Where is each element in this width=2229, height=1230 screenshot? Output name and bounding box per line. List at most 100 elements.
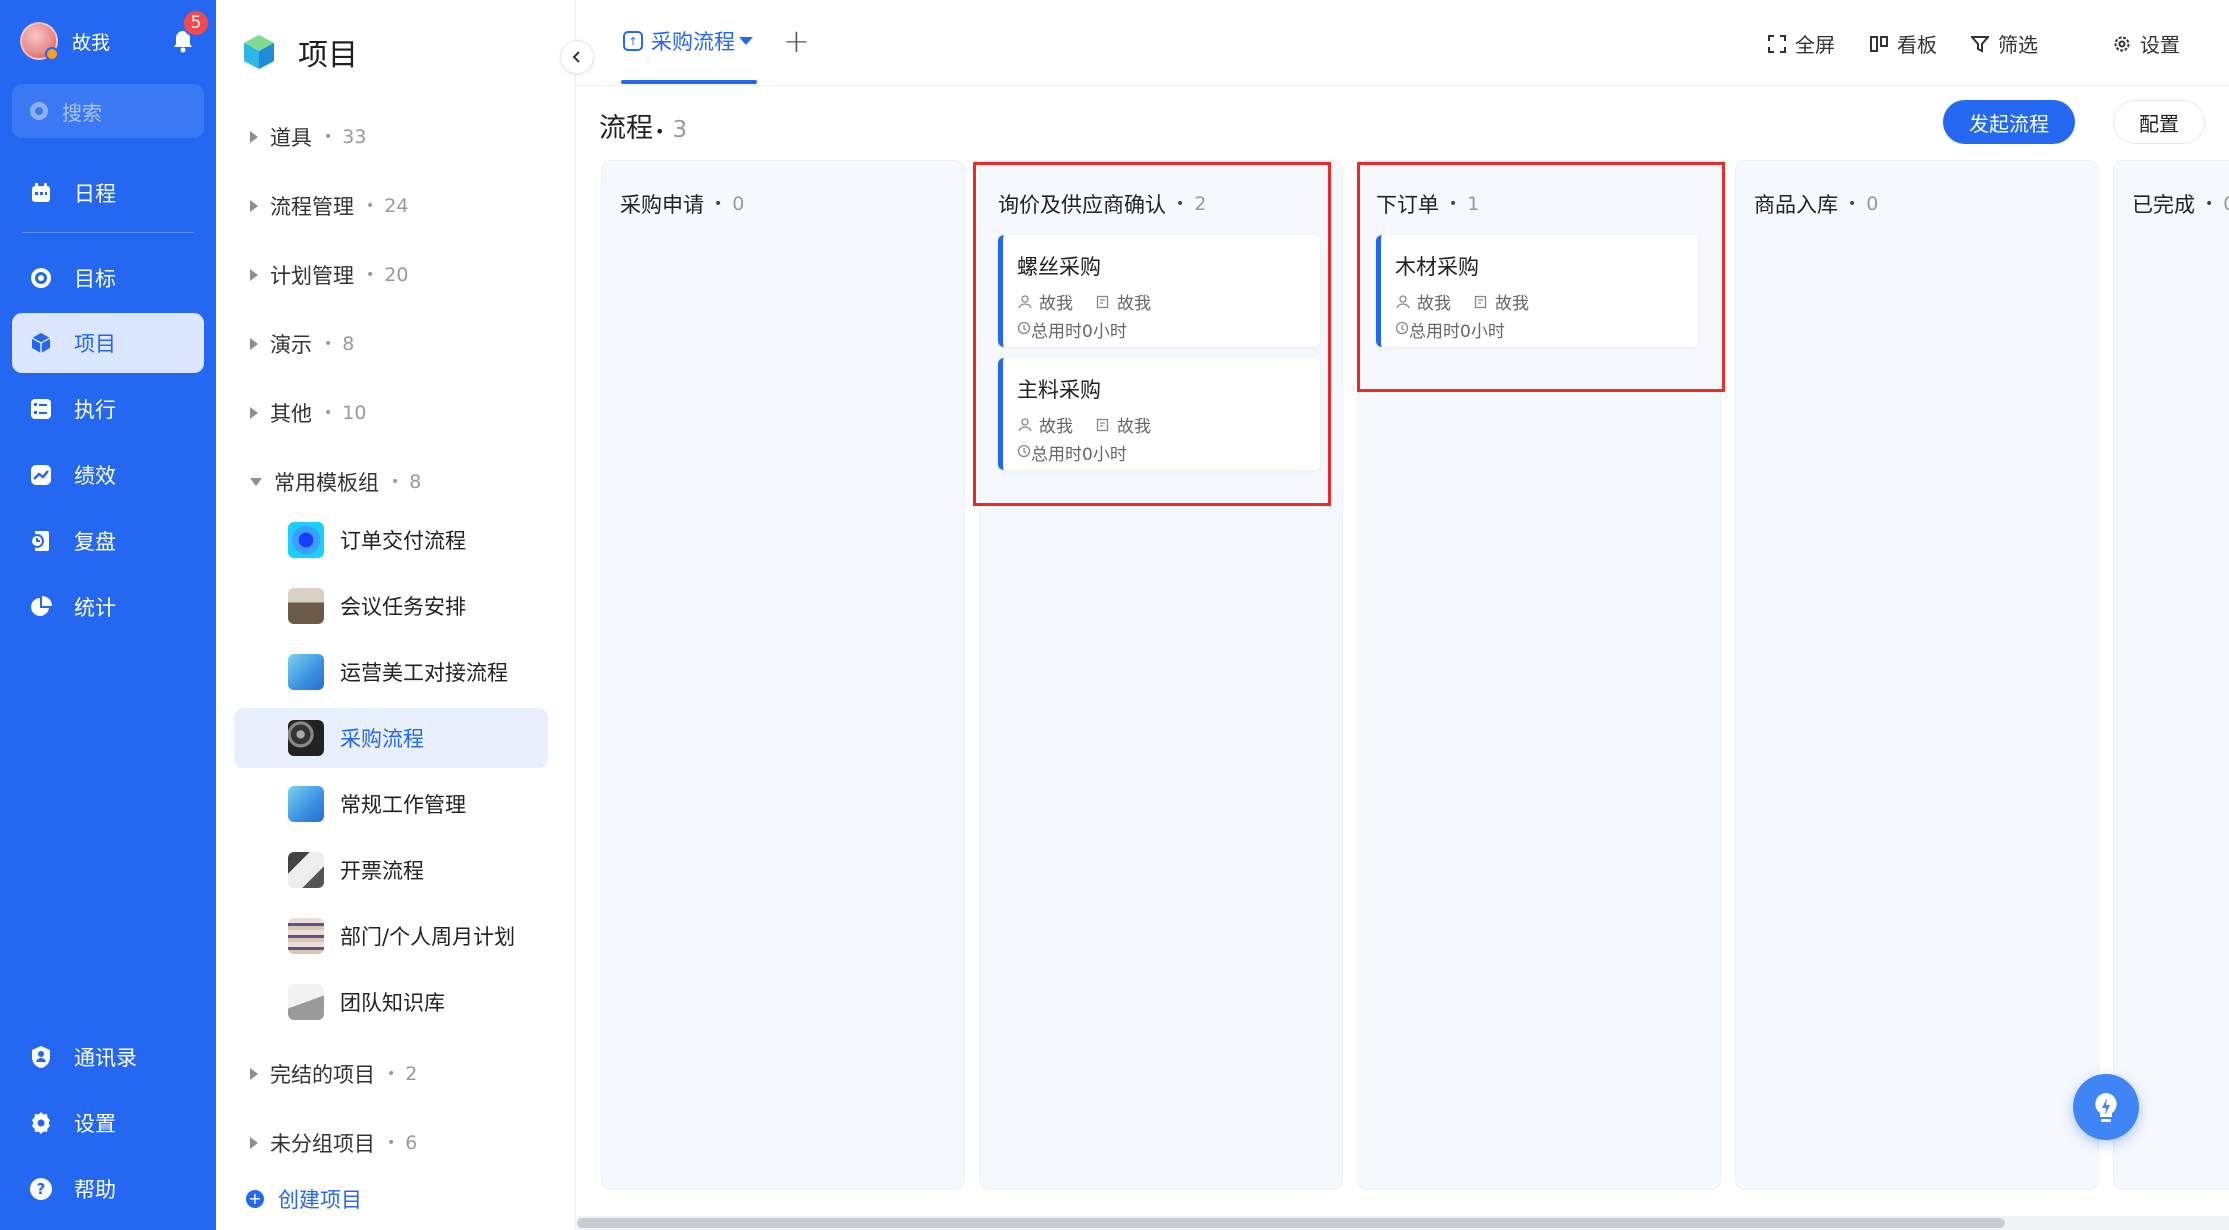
- template-thumbnail: [288, 984, 324, 1020]
- nav-item-performance[interactable]: 绩效: [12, 445, 204, 505]
- fullscreen-icon: [1767, 34, 1787, 54]
- filter-label: 筛选: [1998, 33, 2038, 57]
- template-item[interactable]: 部门/个人周月计划: [234, 906, 548, 966]
- group-other[interactable]: 其他 • 10: [250, 398, 366, 428]
- group-process-mgmt[interactable]: 流程管理 • 24: [250, 191, 408, 221]
- group-label: 演示: [270, 333, 312, 357]
- cube-icon: [28, 330, 54, 356]
- nav-item-review[interactable]: 复盘: [12, 511, 204, 571]
- kanban-button[interactable]: 看板: [1869, 29, 1937, 58]
- template-thumbnail: [288, 852, 324, 888]
- template-label: 会议任务安排: [340, 595, 466, 619]
- group-ungrouped[interactable]: 未分组项目 • 6: [250, 1128, 417, 1158]
- template-thumbnail: [288, 786, 324, 822]
- start-process-button[interactable]: 发起流程: [1943, 100, 2075, 144]
- config-button[interactable]: 配置: [2113, 100, 2205, 144]
- nav-item-projects[interactable]: 项目: [12, 313, 204, 373]
- group-demo[interactable]: 演示 • 8: [250, 329, 354, 359]
- notification-badge: 5: [182, 9, 210, 37]
- group-props[interactable]: 道具 • 33: [250, 122, 366, 152]
- nav-label: 设置: [74, 1112, 116, 1136]
- project-header: 项目: [240, 30, 358, 74]
- search-input[interactable]: 搜索: [12, 84, 204, 138]
- group-label: 流程管理: [270, 195, 354, 219]
- kanban-column[interactable]: 采购申请 • 0: [601, 160, 965, 1190]
- group-count: 24: [384, 195, 409, 217]
- tab-procurement[interactable]: ↑ 采购流程: [623, 26, 753, 56]
- group-common-templates[interactable]: 常用模板组 • 8: [250, 467, 421, 497]
- separator-dot: •: [2205, 196, 2214, 212]
- filter-button[interactable]: 筛选: [1970, 29, 2038, 58]
- target-icon: [28, 265, 54, 291]
- separator-dot: •: [324, 129, 333, 145]
- nav-item-statistics[interactable]: 统计: [12, 577, 204, 637]
- nav-label: 项目: [74, 332, 116, 356]
- expand-icon: [250, 1068, 258, 1080]
- search-placeholder: 搜索: [62, 100, 102, 125]
- template-label: 采购流程: [340, 727, 424, 751]
- nav-item-goals[interactable]: 目标: [12, 248, 204, 308]
- expand-icon: [250, 269, 258, 281]
- avatar[interactable]: [20, 22, 59, 61]
- highlight-box: [973, 162, 1331, 506]
- fullscreen-label: 全屏: [1795, 33, 1835, 57]
- template-item[interactable]: 团队知识库: [234, 972, 548, 1032]
- group-plan-mgmt[interactable]: 计划管理 • 20: [250, 260, 408, 290]
- group-count: 33: [342, 126, 367, 148]
- kanban-column[interactable]: 已完成 • 0: [2113, 160, 2229, 1190]
- expand-icon: [250, 1137, 258, 1149]
- board-count: 3: [672, 117, 688, 143]
- template-item[interactable]: 开票流程: [234, 840, 548, 900]
- separator-dot: •: [324, 336, 333, 352]
- template-item[interactable]: 会议任务安排: [234, 576, 548, 636]
- template-item[interactable]: 运营美工对接流程: [234, 642, 548, 702]
- expand-icon: [250, 200, 258, 212]
- user-profile[interactable]: 故我: [20, 22, 111, 61]
- plus-icon: +: [246, 1190, 264, 1208]
- collapse-sidebar-button[interactable]: [560, 40, 594, 74]
- group-count: 6: [405, 1132, 418, 1154]
- nav-item-schedule[interactable]: 日程: [12, 163, 204, 223]
- calendar-icon: [28, 180, 54, 206]
- settings-button[interactable]: 设置: [2112, 29, 2180, 58]
- nav-label: 绩效: [74, 464, 116, 488]
- template-item-active[interactable]: 采购流程: [234, 708, 548, 768]
- filter-icon: [1970, 34, 1990, 54]
- nav-divider: [22, 232, 194, 233]
- nav-item-settings[interactable]: 设置: [12, 1093, 204, 1153]
- settings-label: 设置: [2140, 33, 2180, 57]
- caret-down-icon[interactable]: [739, 37, 753, 45]
- template-item[interactable]: 常规工作管理: [234, 774, 548, 834]
- template-label: 订单交付流程: [340, 529, 466, 553]
- assistant-button[interactable]: [2073, 1074, 2139, 1140]
- nav-label: 执行: [74, 398, 116, 422]
- template-thumbnail: [288, 654, 324, 690]
- scrollbar-thumb[interactable]: [577, 1218, 2005, 1228]
- create-project-label: 创建项目: [278, 1188, 362, 1212]
- nav-item-help[interactable]: ? 帮助: [12, 1159, 204, 1219]
- expand-icon: [250, 131, 258, 143]
- separator-dot: •: [324, 405, 333, 421]
- user-name: 故我: [72, 31, 111, 54]
- expand-icon: [250, 407, 258, 419]
- kanban-column[interactable]: 商品入库 • 0: [1735, 160, 2099, 1190]
- fullscreen-button[interactable]: 全屏: [1767, 29, 1835, 58]
- group-finished[interactable]: 完结的项目 • 2: [250, 1059, 417, 1089]
- horizontal-scrollbar[interactable]: [577, 1216, 2229, 1230]
- template-item[interactable]: 订单交付流程: [234, 510, 548, 570]
- kanban-board: 流程 • 3 发起流程 配置 采购申请 • 0 询价及供应商确认 • 2 螺丝采购 故我 …: [577, 86, 2229, 1216]
- nav-label: 日程: [74, 182, 116, 206]
- board-title: 流程 • 3: [599, 106, 687, 145]
- create-project-button[interactable]: + 创建项目: [246, 1184, 362, 1214]
- nav-label: 通讯录: [74, 1046, 137, 1070]
- nav-item-contacts[interactable]: 通讯录: [12, 1027, 204, 1087]
- help-icon: ?: [28, 1176, 54, 1202]
- separator-dot: •: [1848, 196, 1857, 212]
- gear-icon: [28, 1110, 54, 1136]
- nav-item-execute[interactable]: 执行: [12, 379, 204, 439]
- group-label: 计划管理: [270, 264, 354, 288]
- tab-label: 采购流程: [651, 30, 735, 54]
- column-header: 采购申请 • 0: [620, 189, 744, 219]
- add-tab-button[interactable]: +: [783, 22, 810, 60]
- column-header: 商品入库 • 0: [1754, 189, 1878, 219]
